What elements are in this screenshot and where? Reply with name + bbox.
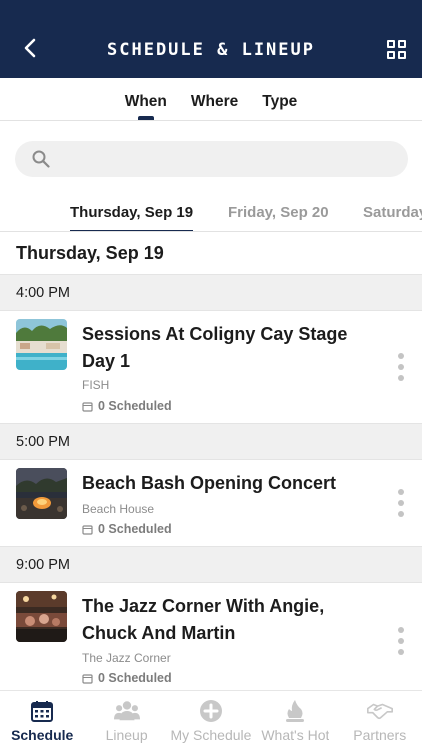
more-options-button[interactable] xyxy=(396,627,406,655)
event-card[interactable]: The Jazz Corner With Angie, Chuck And Ma… xyxy=(0,583,422,690)
day-tab-friday[interactable]: Friday, Sep 20 xyxy=(228,204,329,221)
event-thumbnail xyxy=(16,468,67,519)
event-title: Beach Bash Opening Concert xyxy=(82,473,337,493)
date-heading: Thursday, Sep 19 xyxy=(16,243,164,263)
grid-icon xyxy=(387,40,395,48)
search-input[interactable] xyxy=(59,141,389,177)
nav-my-schedule[interactable]: My Schedule xyxy=(169,691,253,750)
nav-schedule[interactable]: Schedule xyxy=(0,691,84,750)
day-tab-thursday[interactable]: Thursday, Sep 19 xyxy=(70,204,194,231)
event-venue: Beach House xyxy=(82,502,155,516)
nav-label: What's Hot xyxy=(261,727,330,743)
search-icon xyxy=(32,150,50,168)
scheduled-count: 0 Scheduled xyxy=(82,522,172,536)
time-label: 5:00 PM xyxy=(16,434,70,450)
event-title: Sessions At Coligny Cay Stage Day 1 xyxy=(82,324,348,371)
page-title: SCHEDULE & LINEUP xyxy=(107,40,315,60)
calendar-icon xyxy=(82,524,93,535)
grid-view-button[interactable] xyxy=(387,40,407,60)
scheduled-count: 0 Scheduled xyxy=(82,399,172,413)
time-slot-header: 4:00 PM xyxy=(0,274,422,311)
calendar-icon xyxy=(82,673,93,684)
more-options-button[interactable] xyxy=(396,353,406,381)
flame-icon xyxy=(282,699,308,723)
event-venue: FISH xyxy=(82,378,110,392)
nav-label: Partners xyxy=(353,727,407,743)
tab-type[interactable]: Type xyxy=(262,78,297,120)
people-icon xyxy=(113,699,140,723)
nav-label: Schedule xyxy=(11,727,74,743)
calendar-icon xyxy=(82,401,93,412)
tab-when[interactable]: When xyxy=(125,78,167,120)
more-options-button[interactable] xyxy=(396,489,406,517)
tab-where[interactable]: Where xyxy=(191,78,238,120)
day-tabs: Thursday, Sep 19 Friday, Sep 20 Saturday xyxy=(0,195,422,232)
nav-whats-hot[interactable]: What's Hot xyxy=(253,691,337,750)
calendar-icon xyxy=(29,699,55,723)
time-slot-header: 5:00 PM xyxy=(0,423,422,460)
day-tab-saturday[interactable]: Saturday xyxy=(363,204,422,221)
event-card[interactable]: Beach Bash Opening Concert Beach House 0… xyxy=(0,460,422,546)
app-header: SCHEDULE & LINEUP xyxy=(0,0,422,78)
nav-label: My Schedule xyxy=(170,727,252,743)
event-thumbnail xyxy=(16,319,67,370)
nav-partners[interactable]: Partners xyxy=(338,691,422,750)
time-slot-header: 9:00 PM xyxy=(0,546,422,583)
scheduled-count: 0 Scheduled xyxy=(82,671,172,685)
time-label: 9:00 PM xyxy=(16,557,70,573)
nav-label: Lineup xyxy=(105,727,148,743)
event-card[interactable]: Sessions At Coligny Cay Stage Day 1 FISH… xyxy=(0,311,422,423)
time-label: 4:00 PM xyxy=(16,285,70,301)
bottom-navigation: Schedule Lineup My Schedule What's Hot P… xyxy=(0,690,422,750)
search-bar xyxy=(15,141,408,177)
event-title: The Jazz Corner With Angie, Chuck And Ma… xyxy=(82,596,325,643)
nav-lineup[interactable]: Lineup xyxy=(84,691,168,750)
more-icon xyxy=(398,353,404,359)
plus-circle-icon xyxy=(198,699,224,723)
filter-tabs: When Where Type xyxy=(0,78,422,121)
more-icon xyxy=(398,489,404,495)
event-venue: The Jazz Corner xyxy=(82,651,171,665)
event-thumbnail xyxy=(16,591,67,642)
more-icon xyxy=(398,627,404,633)
handshake-icon xyxy=(366,699,393,723)
